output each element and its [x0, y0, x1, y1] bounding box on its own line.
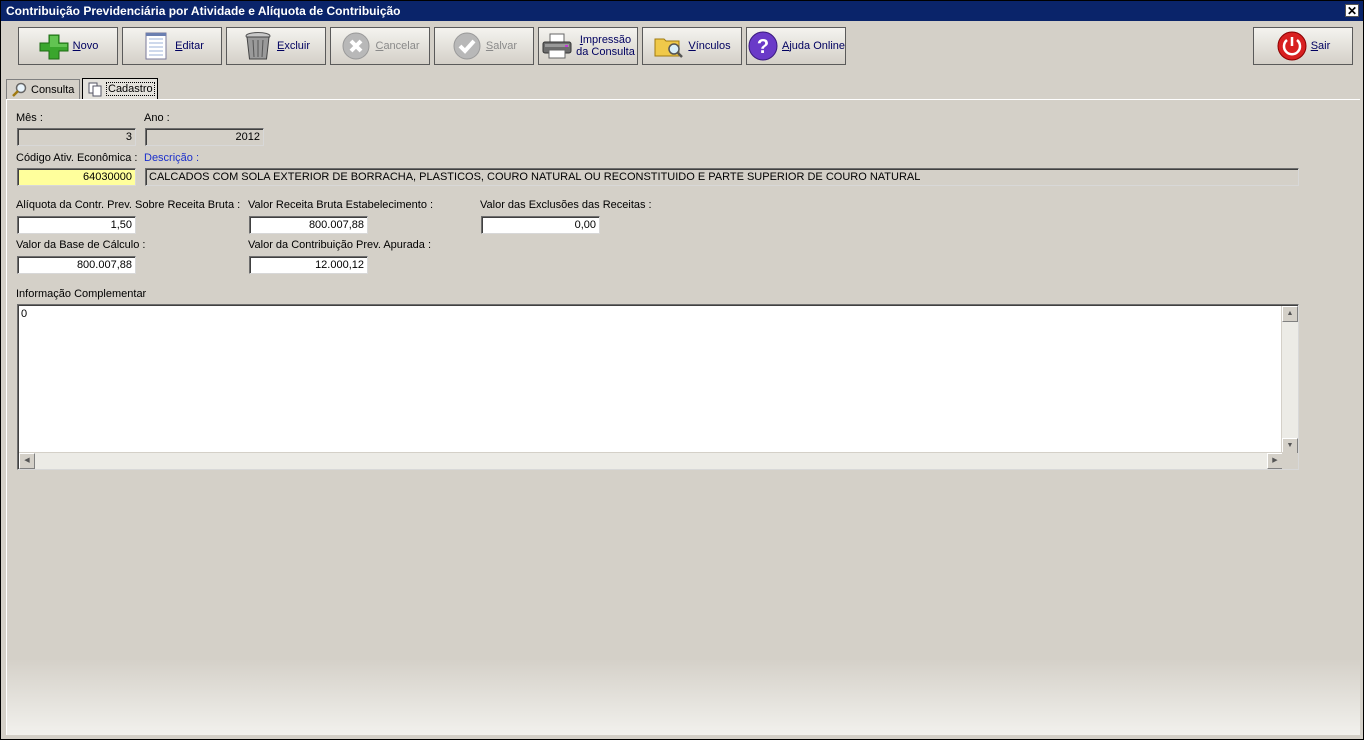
tab-consulta-label: Consulta: [31, 83, 75, 96]
ajuda-online-button[interactable]: ? Ajuda Online: [746, 27, 846, 65]
power-icon: [1276, 30, 1308, 62]
exclusoes-field[interactable]: 0,00: [481, 216, 600, 234]
impressao-label: Impressão da Consulta: [576, 34, 635, 58]
printer-icon: [541, 30, 573, 62]
contribuicao-label: Valor da Contribuição Prev. Apurada :: [248, 239, 432, 251]
cancelar-button[interactable]: Cancelar: [330, 27, 430, 65]
window-titlebar[interactable]: Contribuição Previdenciária por Atividad…: [1, 1, 1363, 21]
scroll-left-button[interactable]: ◀: [19, 453, 35, 469]
contribuicao-field[interactable]: 12.000,12: [249, 256, 368, 274]
arrow-right-icon: ▶: [1272, 457, 1278, 464]
info-complementar-label: Informação Complementar: [16, 288, 147, 300]
tab-consulta[interactable]: Consulta: [6, 79, 80, 99]
main-window: Contribuição Previdenciária por Atividad…: [0, 0, 1364, 740]
salvar-label: Salvar: [485, 40, 518, 52]
receita-bruta-label: Valor Receita Bruta Estabelecimento :: [248, 199, 434, 211]
vertical-scrollbar[interactable]: ▲ ▼: [1281, 306, 1298, 454]
salvar-button[interactable]: Salvar: [434, 27, 534, 65]
arrow-left-icon: ◀: [24, 457, 30, 464]
mes-field[interactable]: 3: [17, 128, 136, 146]
descricao-label[interactable]: Descrição :: [144, 152, 199, 164]
ajuda-label: Ajuda Online: [782, 40, 845, 52]
cancelar-label: Cancelar: [375, 40, 420, 52]
scroll-right-button[interactable]: ▶: [1267, 453, 1283, 469]
tab-cadastro[interactable]: Cadastro: [82, 78, 158, 99]
mes-label: Mês :: [16, 112, 43, 124]
scroll-down-button[interactable]: ▼: [1282, 438, 1298, 454]
copy-document-icon: [87, 81, 103, 97]
receita-bruta-field[interactable]: 800.007,88: [249, 216, 368, 234]
excluir-label: Excluir: [276, 40, 310, 52]
close-window-button[interactable]: ✕: [1345, 4, 1359, 17]
arrow-down-icon: ▼: [1286, 442, 1294, 449]
aliquota-field[interactable]: 1,50: [17, 216, 136, 234]
novo-button[interactable]: Novo: [18, 27, 118, 65]
novo-label: Novo: [72, 40, 99, 52]
codigo-ativ-field[interactable]: 64030000: [17, 168, 136, 186]
base-calculo-field[interactable]: 800.007,88: [17, 256, 136, 274]
arrow-up-icon: ▲: [1286, 310, 1294, 317]
checkmark-icon: [451, 30, 483, 62]
svg-text:?: ?: [757, 36, 769, 58]
info-complementar-textarea[interactable]: 0 ▲ ▼ ◀ ▶: [17, 304, 1299, 470]
editar-label: Editar: [175, 40, 204, 52]
close-icon: ✕: [1346, 4, 1358, 18]
tab-cadastro-label: Cadastro: [106, 82, 155, 96]
impressao-label-line1: Impressão: [579, 34, 632, 46]
exclusoes-label: Valor das Exclusões das Receitas :: [480, 199, 652, 211]
aliquota-label: Alíquota da Contr. Prev. Sobre Receita B…: [16, 199, 241, 211]
ano-field[interactable]: 2012: [145, 128, 264, 146]
help-question-icon: ?: [747, 30, 779, 62]
editar-button[interactable]: Editar: [122, 27, 222, 65]
notepad-icon: [140, 30, 172, 62]
window-title: Contribuição Previdenciária por Atividad…: [6, 4, 401, 18]
plus-icon: [38, 30, 70, 62]
magnifier-icon: [11, 82, 27, 98]
folder-search-icon: [653, 30, 685, 62]
horizontal-scrollbar[interactable]: ◀ ▶: [19, 452, 1283, 469]
cancel-x-icon: [340, 30, 372, 62]
scroll-up-button[interactable]: ▲: [1282, 306, 1298, 322]
sair-button[interactable]: Sair: [1253, 27, 1353, 65]
sair-label: Sair: [1310, 40, 1331, 52]
excluir-button[interactable]: Excluir: [226, 27, 326, 65]
vinculos-label: Vínculos: [688, 40, 731, 52]
info-complementar-text: 0: [21, 308, 28, 320]
base-calculo-label: Valor da Base de Cálculo :: [16, 239, 146, 251]
scrollbar-corner: [1282, 453, 1298, 469]
ano-label: Ano :: [144, 112, 170, 124]
impressao-consulta-button[interactable]: Impressão da Consulta: [538, 27, 638, 65]
impressao-label-line2: da Consulta: [576, 46, 635, 58]
vinculos-button[interactable]: Vínculos: [642, 27, 742, 65]
codigo-ativ-label: Código Ativ. Econômica :: [16, 152, 138, 164]
trash-can-icon: [242, 30, 274, 62]
descricao-field[interactable]: CALCADOS COM SOLA EXTERIOR DE BORRACHA, …: [145, 168, 1299, 186]
